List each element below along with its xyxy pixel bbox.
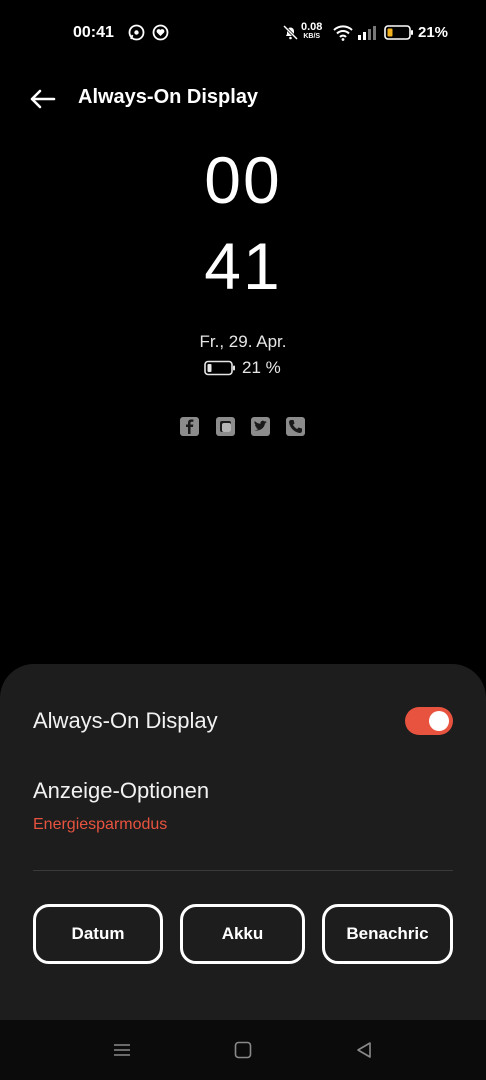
header: Always-On Display	[0, 80, 486, 120]
navigation-bar	[0, 1020, 486, 1080]
page-title: Always-On Display	[78, 86, 259, 108]
notifications-button[interactable]: Benachric	[322, 904, 453, 964]
preview-date: Fr., 29. Apr.	[199, 332, 287, 351]
facebook-icon	[180, 417, 199, 436]
preview-clock-hour: 00	[204, 143, 282, 217]
whatsapp-icon	[128, 24, 145, 41]
twitter-icon	[251, 417, 270, 436]
date-button[interactable]: Datum	[33, 904, 163, 964]
aod-toggle-switch[interactable]	[405, 707, 453, 735]
menu-icon[interactable]	[112, 1040, 132, 1060]
preview-battery-text: 21 %	[242, 358, 281, 377]
preview-battery: 21 %	[204, 358, 281, 378]
wifi-icon	[333, 25, 353, 41]
message-icon	[216, 417, 235, 436]
net-speed-unit: KB/S	[303, 33, 321, 40]
phone-icon	[286, 417, 305, 436]
settings-sheet: Always-On Display Anzeige-Optionen Energ…	[0, 664, 486, 1020]
back-icon[interactable]	[354, 1040, 374, 1060]
display-options-value[interactable]: Energiesparmodus	[33, 816, 167, 834]
preview-clock-minute: 41	[204, 229, 282, 303]
battery-icon	[384, 25, 413, 40]
status-bar: 00:41 0.08 KB/S 21%	[0, 0, 486, 64]
status-battery-percent: 21%	[418, 24, 449, 41]
signal-icon	[358, 26, 376, 40]
back-arrow-icon[interactable]	[28, 84, 58, 114]
status-time: 00:41	[73, 24, 114, 41]
home-icon[interactable]	[233, 1040, 253, 1060]
battery-button[interactable]: Akku	[180, 904, 305, 964]
preview-notification-icons	[180, 417, 306, 437]
net-speed-value: 0.08	[301, 21, 323, 33]
toggle-knob	[429, 711, 449, 731]
aod-toggle-label: Always-On Display	[33, 708, 218, 733]
display-options-label[interactable]: Anzeige-Optionen	[33, 778, 209, 804]
divider	[33, 870, 453, 871]
mute-bell-icon	[282, 24, 299, 41]
net-speed: 0.08 KB/S	[301, 22, 322, 41]
heart-chat-icon	[152, 24, 169, 41]
preview-battery-icon	[204, 360, 235, 376]
